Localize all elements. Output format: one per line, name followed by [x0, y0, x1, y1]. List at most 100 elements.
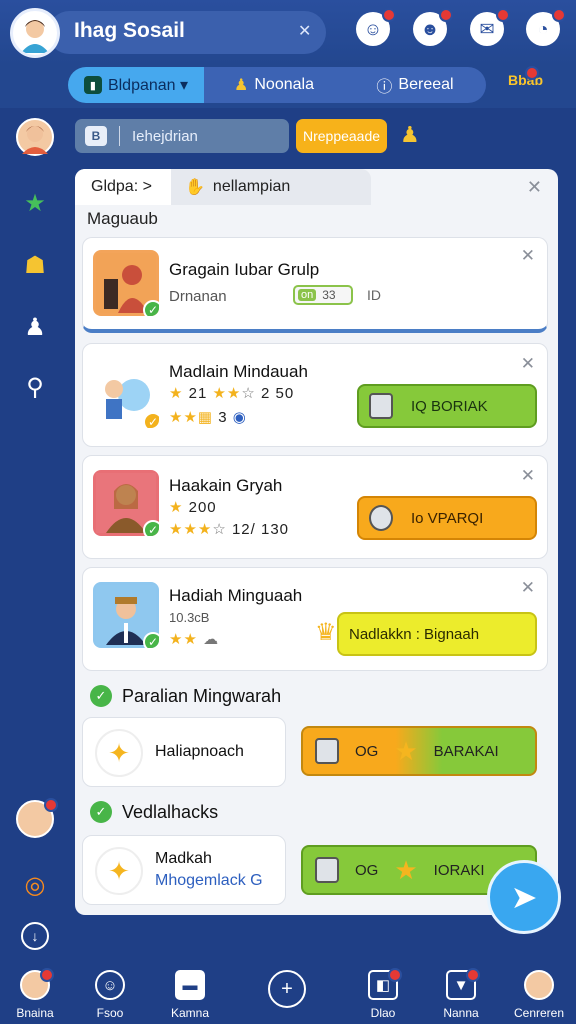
close-icon[interactable]: ✕ [521, 246, 535, 266]
panel-tab-label: nellampian [212, 178, 291, 195]
message-icon[interactable]: ✉ [470, 8, 510, 46]
search-placeholder: Iehejdrian [132, 127, 198, 145]
tab-bldpanan[interactable]: ▮ Bldpanan ▾ [68, 67, 204, 103]
avatar[interactable] [10, 8, 60, 58]
nav-item-nanna[interactable]: ▼ Nanna [426, 968, 496, 1020]
star-icon: ★★ [212, 385, 242, 402]
list-item[interactable]: ✓ Gragain Iubar Grulp Drnanan on 33 ID ✕ [82, 237, 548, 333]
nav-label: Fsoo [96, 1006, 124, 1020]
close-icon[interactable]: ✕ [521, 354, 535, 374]
rating-extra: 2 50 [261, 385, 295, 402]
rating-value: 21 [188, 385, 208, 402]
divider [119, 126, 120, 146]
check-icon: ✓ [90, 685, 112, 707]
alert-icon[interactable]: ◔ [526, 8, 566, 46]
list-item[interactable]: ✓ Haakain Gryah ★ 200 ★★★☆ 12/ 130 Io VP… [82, 455, 548, 559]
action-button[interactable]: IQ BORIAK [357, 384, 537, 428]
section-header: ✓ Vedlalhacks [90, 801, 218, 823]
search-button[interactable]: Nreppeaade [296, 119, 387, 153]
search-input[interactable]: B Iehejdrian [75, 119, 289, 153]
rating-row: ★★▦ 3 ◉ [169, 408, 247, 426]
info-icon: ⓘ [376, 79, 393, 96]
card-title: Madlain Mindauah [169, 362, 308, 381]
check-icon: ✓ [143, 412, 159, 428]
send-icon: ➤ [510, 879, 538, 915]
sidebar-profile-avatar[interactable] [16, 798, 58, 838]
star-icon: ★★ [169, 631, 198, 648]
app-title: Ihag Sosail [74, 19, 185, 42]
bell-icon[interactable]: ♟ [400, 122, 420, 148]
clock-icon[interactable]: ↓ [21, 922, 49, 950]
brand-badge[interactable]: Bbab [508, 66, 543, 88]
top-bar: Ihag Sosail ✕ ☺ ☻ ✉ ◔ [0, 0, 576, 64]
search-field-icon: B [85, 126, 107, 146]
action-button[interactable]: Io VPARQI [357, 496, 537, 540]
toggle-switch[interactable]: on 33 [293, 285, 353, 305]
star-icon[interactable]: ★ [16, 184, 54, 222]
nav-label: Cenreren [513, 1006, 565, 1020]
plus-icon: + [268, 970, 306, 1008]
notification-dot [466, 968, 480, 982]
star-icon: ★ [394, 735, 418, 766]
profile-icon [20, 968, 54, 1000]
section-title: Vedlalhacks [122, 801, 219, 822]
contacts-icon[interactable]: ☗ [16, 246, 54, 284]
target-icon[interactable]: ◎ [16, 866, 54, 904]
nav-item-profile[interactable]: Bnaina [0, 968, 70, 1020]
close-icon[interactable]: ✕ [521, 578, 535, 598]
group-icon[interactable]: ♟ [16, 308, 54, 346]
rating-count: 3 [218, 409, 228, 426]
rating-value: 200 [188, 499, 217, 516]
star-icon: ★ [394, 854, 418, 885]
tab-bar: ▮ Bldpanan ▾ ♟ Noonala ⓘ Bereeal [0, 64, 576, 108]
close-icon[interactable]: ✕ [527, 177, 542, 198]
user-avatar-icon [22, 126, 48, 154]
crown-icon: ♛ [315, 619, 337, 646]
panel-tab-nellampian[interactable]: ✋ nellampian [171, 169, 371, 205]
section-title: Maguaub [87, 209, 158, 228]
thumbnail-image: ✓ [93, 362, 159, 428]
action-label: Io VPARQI [411, 509, 484, 527]
check-icon: ✓ [143, 300, 159, 316]
nav-item-cenreren[interactable]: Cenreren [504, 970, 574, 1020]
bottom-nav: Bnaina ☺ Fsoo ▬ Kamna + ◧ Dlao ▼ Nanna C… [0, 964, 576, 1024]
notification-dot [496, 8, 510, 22]
thumbnail-image: ✓ [93, 250, 159, 316]
reward-button-text: IORAKI [433, 861, 485, 879]
list-item[interactable]: ✓ Madlain Mindauah ★ 21 ★★☆ 2 50 ★★▦ 3 ◉… [82, 343, 548, 447]
list-item[interactable]: ✓ Hadiah Minguaah 10.3cB ★★ ☁ ♛ Nadlakkn… [82, 567, 548, 671]
nav-item-add[interactable]: + [252, 970, 322, 1008]
reward-label: Haliapnoach [155, 743, 244, 760]
tab-label: Bldpanan ▾ [107, 77, 189, 94]
reward-card[interactable]: ✦ Madkah Mhogemlack G [82, 835, 286, 905]
notification-dot [552, 8, 566, 22]
tab-noonala[interactable]: ♟ Noonala [204, 67, 344, 103]
reward-button-label: OG [355, 861, 379, 879]
close-icon[interactable]: ✕ [521, 466, 535, 486]
window-icon: ▬ [175, 970, 205, 1000]
action-label: IQ BORIAK [411, 397, 488, 415]
send-button[interactable]: ➤ [487, 860, 561, 934]
smile-icon[interactable]: ☻ [413, 8, 453, 46]
nav-item-kamna[interactable]: ▬ Kamna [155, 970, 225, 1020]
nav-label: Bnaina [16, 1006, 54, 1020]
sidebar-avatar[interactable] [16, 118, 54, 156]
check-icon: ✓ [143, 632, 159, 648]
action-button[interactable]: Nadlakkn : Bignaah [337, 612, 537, 656]
reward-button[interactable]: OG ★ BARAKAI [301, 726, 537, 776]
nav-item-dlao[interactable]: ◧ Dlao [348, 968, 418, 1020]
star-icon: ★ [169, 385, 184, 402]
user-avatar-icon [21, 20, 49, 53]
reward-card[interactable]: ✦ Haliapnoach [82, 717, 286, 787]
thumbnail-image: ✓ [93, 582, 159, 648]
card-title: Haakain Gryah [169, 476, 283, 495]
close-icon[interactable]: ✕ [298, 21, 311, 41]
search-icon[interactable]: ⚲ [16, 368, 54, 406]
star-icon: ★★★ [169, 521, 213, 538]
panel-tab-gldpa[interactable]: Gldpa: > [75, 169, 171, 205]
nav-label: Nanna [443, 1006, 479, 1020]
chat-icon[interactable]: ☺ [356, 8, 396, 46]
tab-bereeal[interactable]: ⓘ Bereeal [344, 67, 486, 103]
nav-item-fsoo[interactable]: ☺ Fsoo [75, 970, 145, 1020]
tab-label: Bereeal [398, 76, 454, 93]
